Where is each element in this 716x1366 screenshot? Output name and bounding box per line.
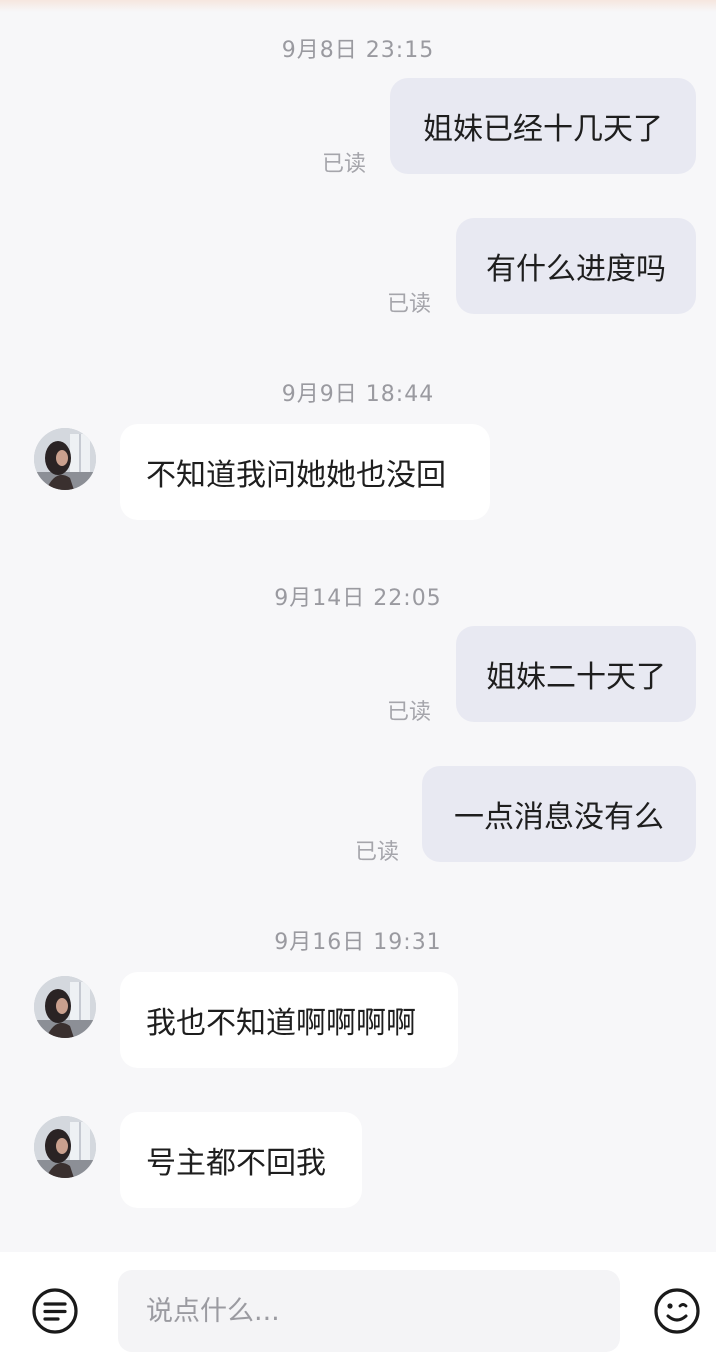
outgoing-message[interactable]: 姐妹二十天了 xyxy=(456,626,696,722)
incoming-message[interactable]: 我也不知道啊啊啊啊 xyxy=(120,972,458,1068)
emoji-smile-icon[interactable] xyxy=(652,1286,702,1336)
timestamp: 9月14日 22:05 xyxy=(274,586,442,611)
read-status: 已读 xyxy=(322,152,367,177)
timestamp: 9月8日 23:15 xyxy=(281,38,435,63)
timestamp: 9月16日 19:31 xyxy=(274,930,442,955)
contact-avatar[interactable] xyxy=(34,976,96,1038)
outgoing-message[interactable]: 姐妹已经十几天了 xyxy=(390,78,696,174)
incoming-message[interactable]: 不知道我问她她也没回 xyxy=(120,424,490,520)
menu-lines-icon[interactable] xyxy=(30,1286,80,1336)
message-input[interactable] xyxy=(118,1270,620,1352)
contact-avatar[interactable] xyxy=(34,428,96,490)
outgoing-message[interactable]: 一点消息没有么 xyxy=(422,766,696,862)
incoming-message[interactable]: 号主都不回我 xyxy=(120,1112,362,1208)
read-status: 已读 xyxy=(387,292,432,317)
read-status: 已读 xyxy=(387,700,432,725)
read-status: 已读 xyxy=(355,840,400,865)
outgoing-message[interactable]: 有什么进度吗 xyxy=(456,218,696,314)
contact-avatar[interactable] xyxy=(34,1116,96,1178)
chat-message-list[interactable]: 9月8日 23:15 姐妹已经十几天了 已读 有什么进度吗 已读 9月9日 18… xyxy=(0,0,716,1252)
message-input-bar xyxy=(0,1252,716,1366)
timestamp: 9月9日 18:44 xyxy=(281,382,435,407)
